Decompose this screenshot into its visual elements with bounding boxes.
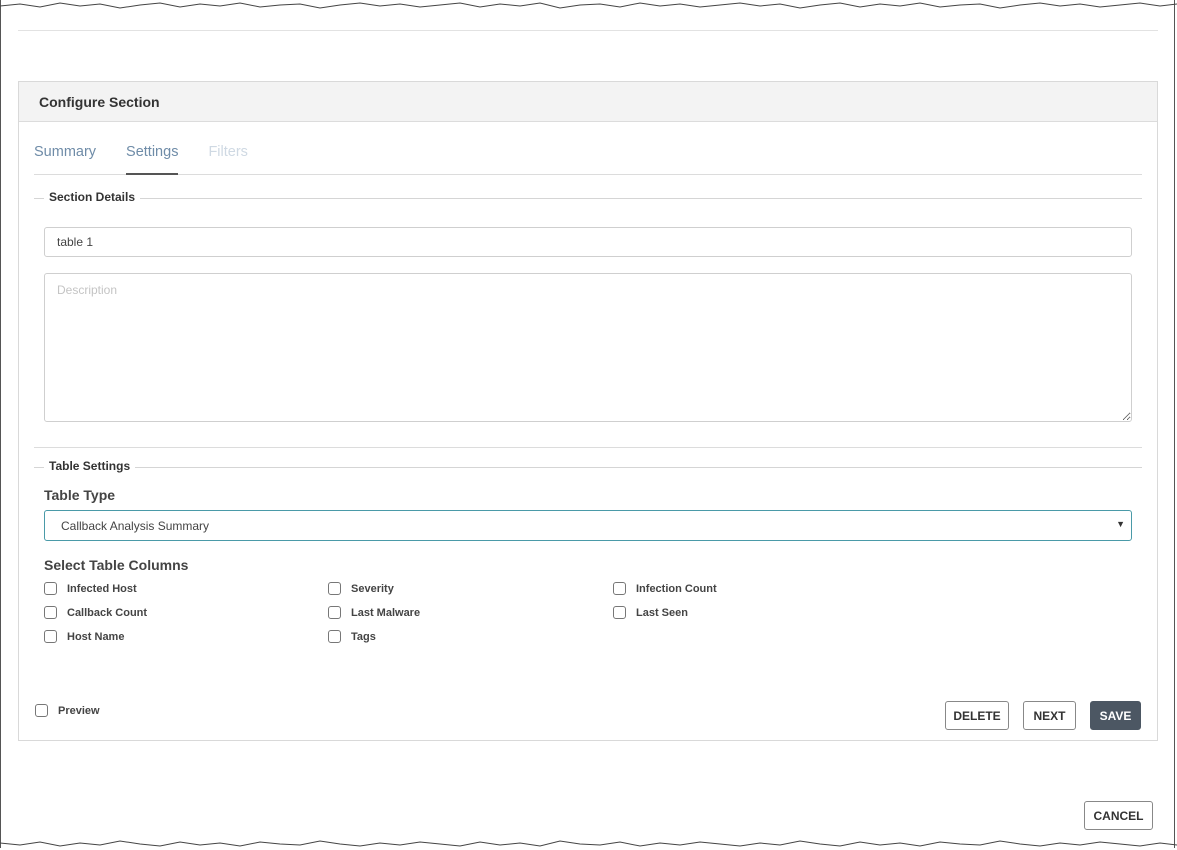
table-type-label: Table Type	[44, 487, 116, 503]
preview-checkbox[interactable]	[35, 704, 48, 717]
table-settings-legend: Table Settings	[44, 459, 136, 473]
section-details-fieldset: Section Details	[34, 190, 1142, 204]
table-type-value: Callback Analysis Summary	[61, 518, 210, 533]
section-name-input[interactable]	[44, 227, 1132, 257]
cancel-button[interactable]: CANCEL	[1084, 801, 1153, 830]
column-option-tags[interactable]: Tags	[328, 630, 376, 643]
torn-edge-top	[0, 2, 1177, 9]
checkbox[interactable]	[44, 582, 57, 595]
checkbox[interactable]	[44, 606, 57, 619]
tab-settings[interactable]: Settings	[126, 134, 179, 175]
dropdown-caret-icon: ▼	[1116, 519, 1125, 529]
top-divider	[18, 30, 1158, 31]
select-columns-label: Select Table Columns	[44, 557, 189, 573]
table-type-select[interactable]: Callback Analysis Summary ▼	[44, 510, 1132, 541]
tab-filters: Filters	[208, 144, 248, 160]
column-option-label: Callback Count	[67, 606, 148, 619]
column-option-label: Tags	[351, 630, 376, 643]
column-option-infection-count[interactable]: Infection Count	[613, 582, 717, 595]
preview-toggle[interactable]: Preview	[35, 704, 100, 717]
checkbox[interactable]	[328, 606, 341, 619]
preview-label: Preview	[58, 704, 100, 717]
section-divider	[34, 447, 1142, 448]
delete-button[interactable]: DELETE	[945, 701, 1009, 730]
column-option-label: Infection Count	[636, 582, 717, 595]
checkbox[interactable]	[44, 630, 57, 643]
next-button[interactable]: NEXT	[1023, 701, 1076, 730]
torn-edge-bottom	[0, 840, 1177, 847]
column-option-label: Severity	[351, 582, 394, 595]
save-button[interactable]: SAVE	[1090, 701, 1141, 730]
checkbox[interactable]	[613, 582, 626, 595]
column-option-label: Last Seen	[636, 606, 688, 619]
tab-summary[interactable]: Summary	[34, 134, 96, 173]
panel-title: Configure Section	[39, 93, 160, 110]
configure-section-panel: Configure Section Summary Settings Filte…	[18, 81, 1158, 741]
column-option-infected-host[interactable]: Infected Host	[44, 582, 137, 595]
column-option-host-name[interactable]: Host Name	[44, 630, 124, 643]
column-option-label: Last Malware	[351, 606, 421, 619]
column-option-severity[interactable]: Severity	[328, 582, 394, 595]
column-option-label: Infected Host	[67, 582, 137, 595]
column-option-label: Host Name	[67, 630, 125, 643]
checkbox[interactable]	[328, 630, 341, 643]
tab-bar: Summary Settings Filters	[34, 134, 1142, 175]
description-textarea[interactable]	[44, 273, 1132, 422]
checkbox[interactable]	[328, 582, 341, 595]
column-option-last-seen[interactable]: Last Seen	[613, 606, 688, 619]
checkbox[interactable]	[613, 606, 626, 619]
column-option-last-malware[interactable]: Last Malware	[328, 606, 420, 619]
column-option-callback-count[interactable]: Callback Count	[44, 606, 147, 619]
section-details-legend: Section Details	[44, 190, 141, 204]
panel-header: Configure Section	[19, 82, 1157, 122]
table-settings-fieldset: Table Settings	[34, 459, 1142, 473]
